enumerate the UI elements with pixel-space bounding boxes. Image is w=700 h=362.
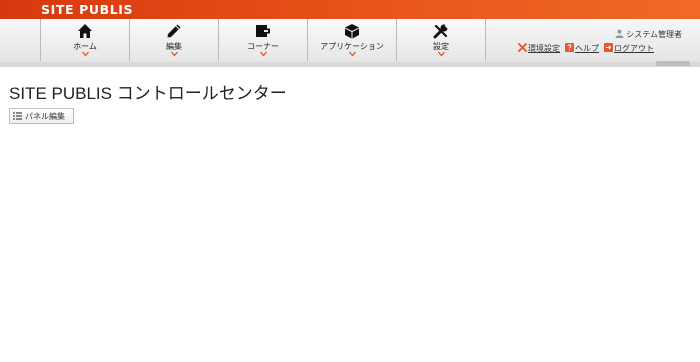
wrench-icon xyxy=(433,24,449,39)
header-divider xyxy=(0,62,700,67)
pencil-icon xyxy=(167,24,181,38)
chevron-down-icon[interactable] xyxy=(171,51,178,57)
user-name: システム管理者 xyxy=(626,30,682,39)
utility-links: 環境設定 ヘルプ ログアウト xyxy=(513,43,654,54)
corner-icon xyxy=(256,25,270,37)
env-settings-link[interactable]: 環境設定 xyxy=(518,43,560,53)
grid-icon xyxy=(13,112,22,120)
panel-edit-button[interactable]: パネル編集 xyxy=(9,108,74,124)
menu-item-settings[interactable]: 設定 xyxy=(396,19,486,61)
chevron-down-icon[interactable] xyxy=(82,51,89,57)
cube-icon xyxy=(345,24,359,39)
chevron-down-icon[interactable] xyxy=(260,51,267,57)
tools-icon xyxy=(518,43,527,52)
panel-edit-label: パネル編集 xyxy=(25,112,65,121)
page-title: SITE PUBLIS コントロールセンター xyxy=(9,84,287,103)
menu-item-corner[interactable]: コーナー xyxy=(218,19,307,61)
env-settings-label: 環境設定 xyxy=(528,44,560,53)
logout-icon xyxy=(604,43,613,52)
top-brand-bar: SITE PUBLIS xyxy=(0,0,700,19)
menu-item-edit[interactable]: 編集 xyxy=(129,19,218,61)
menu-item-home[interactable]: ホーム xyxy=(40,19,129,61)
brand-logo[interactable]: SITE PUBLIS xyxy=(41,2,133,17)
home-icon xyxy=(78,24,92,38)
main-menu-bar: ホーム 編集 コーナー アプリケーション 設定 システム管理者 環境設定 ヘルプ… xyxy=(0,19,700,63)
collapse-handle[interactable] xyxy=(656,61,690,66)
chevron-down-icon[interactable] xyxy=(438,51,445,57)
logout-link[interactable]: ログアウト xyxy=(604,43,654,53)
header-tools: システム管理者 環境設定 ヘルプ ログアウト xyxy=(488,19,700,61)
chevron-down-icon[interactable] xyxy=(349,51,356,57)
menu-item-application[interactable]: アプリケーション xyxy=(307,19,396,61)
help-icon xyxy=(565,43,574,52)
user-icon xyxy=(615,29,624,38)
current-user: システム管理者 xyxy=(615,29,682,40)
help-link[interactable]: ヘルプ xyxy=(565,43,599,53)
logout-label: ログアウト xyxy=(614,44,654,53)
help-label: ヘルプ xyxy=(575,44,599,53)
